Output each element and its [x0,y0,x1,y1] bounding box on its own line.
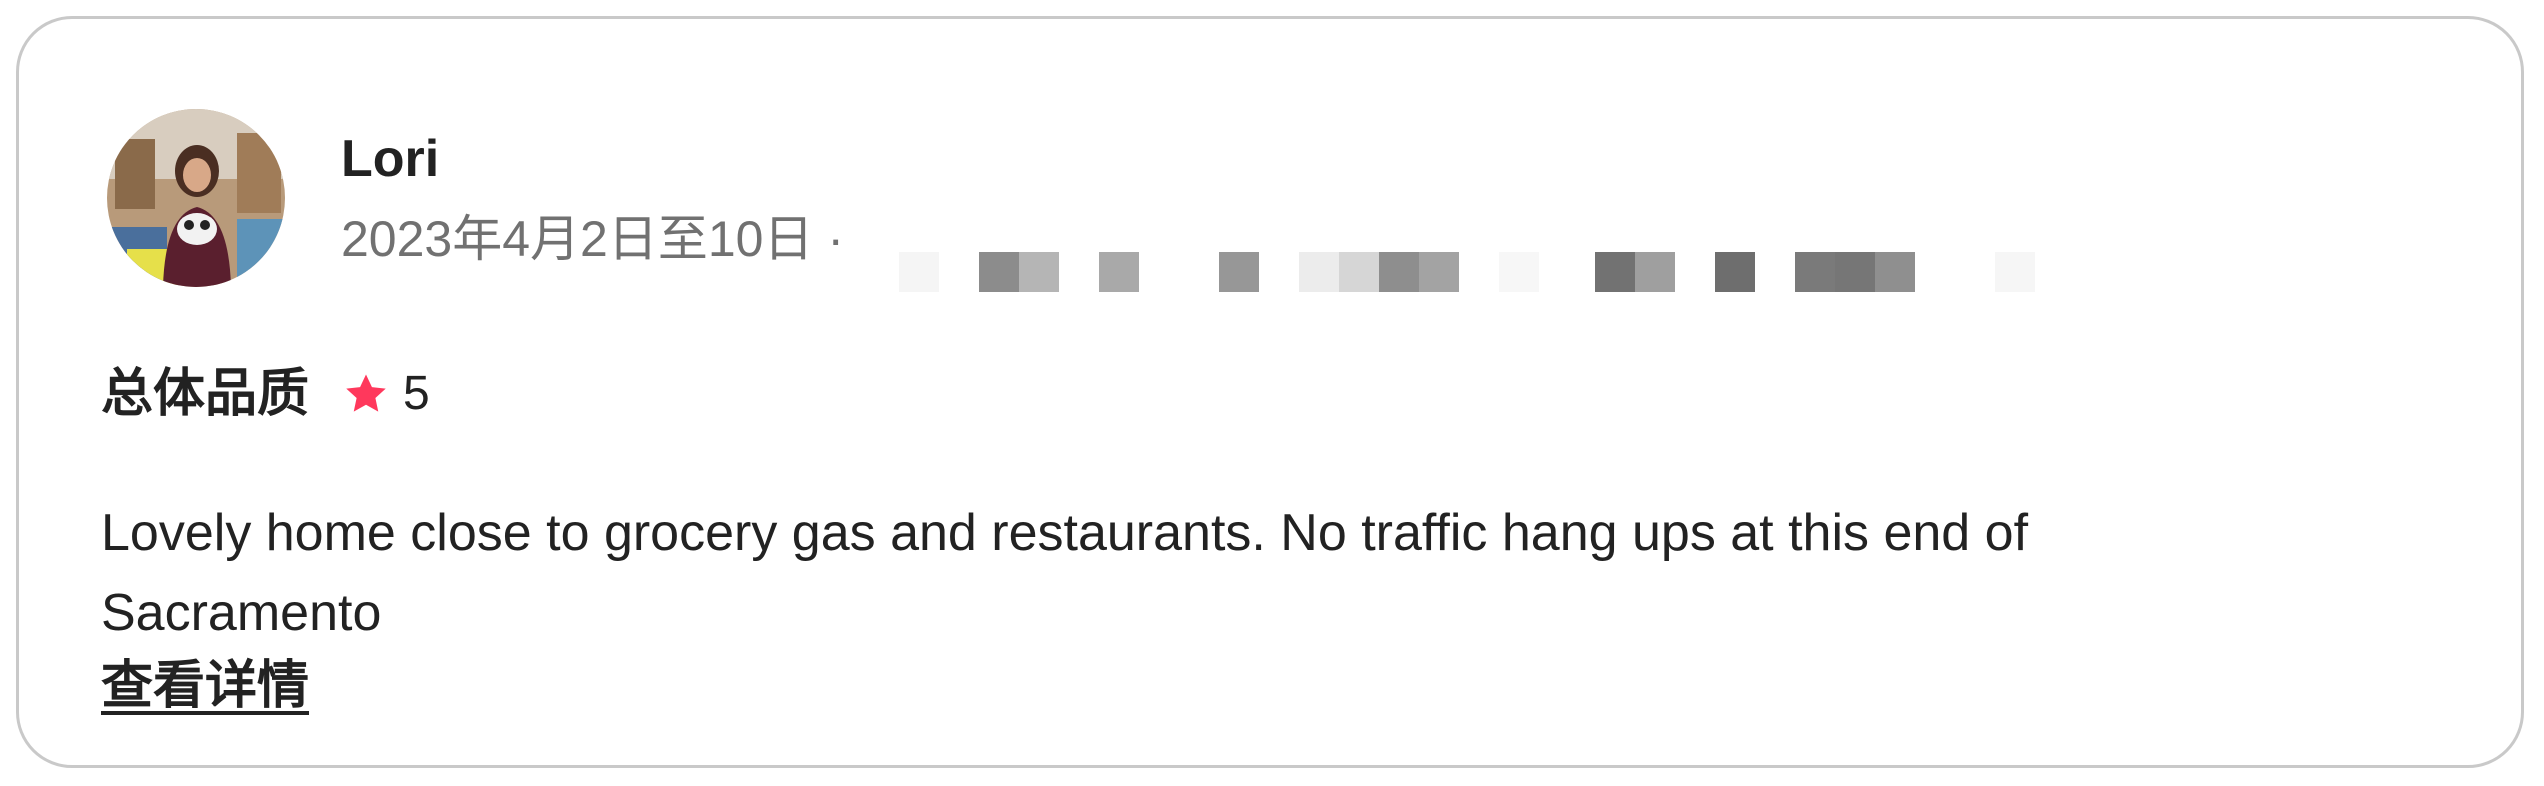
review-card: Lori 2023年4月2日至10日 · 总体品质 5 Lovely home … [16,16,2524,768]
reviewer-name[interactable]: Lori [341,127,439,191]
rating-label: 总体品质 [101,365,310,423]
star-icon [343,371,389,417]
redacted-mosaic [899,252,2049,292]
rating-value: 5 [403,367,430,420]
show-more-link[interactable]: 查看详情 [101,651,309,721]
reviewer-avatar[interactable] [107,109,285,287]
overall-rating: 总体品质 5 [101,359,430,429]
stay-date: 2023年4月2日至10日 · [341,211,845,267]
review-body: Lovely home close to grocery gas and res… [101,504,2029,642]
